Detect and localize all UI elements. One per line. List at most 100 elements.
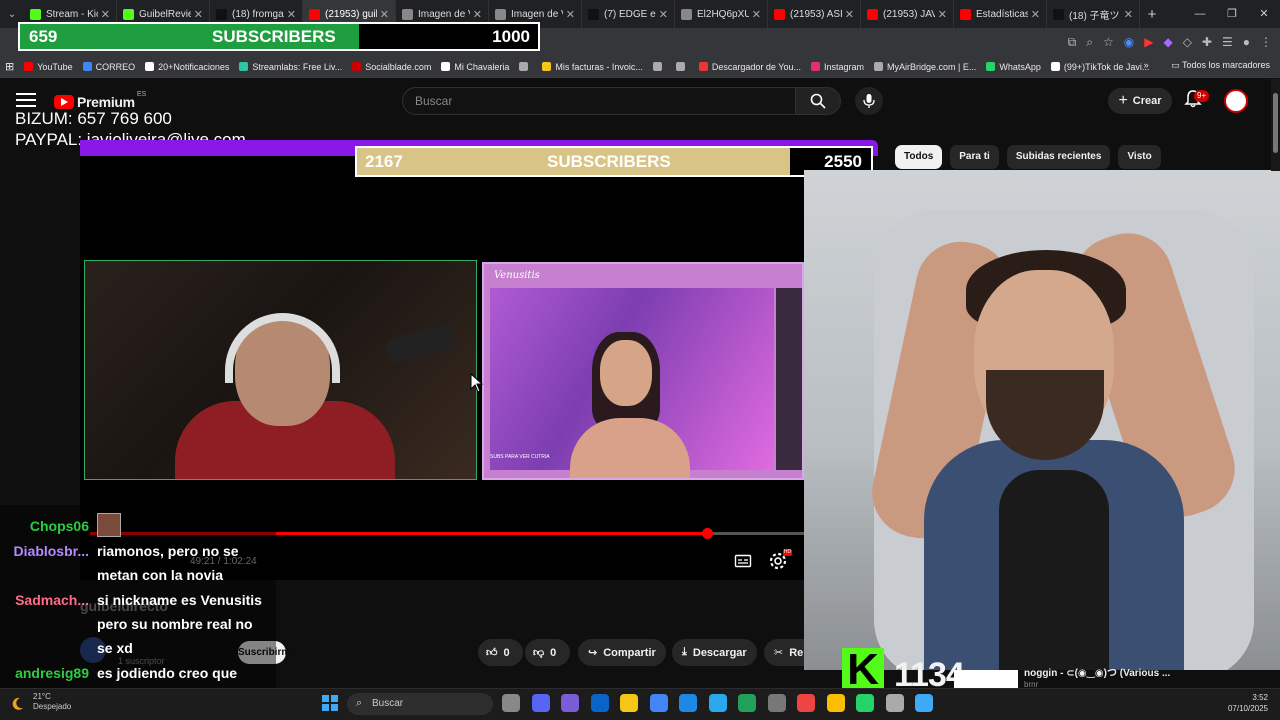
- zoom-icon[interactable]: ⌕: [1086, 35, 1093, 50]
- chat-username: Sadmach...: [15, 592, 89, 608]
- close-tab-icon[interactable]: ✕: [287, 8, 296, 21]
- close-tab-icon[interactable]: ✕: [752, 8, 761, 21]
- app-icon[interactable]: [885, 694, 904, 712]
- bookmark-item[interactable]: [675, 62, 689, 71]
- edge-icon[interactable]: [679, 694, 697, 712]
- browser-tab[interactable]: Estadísticas ✕: [954, 0, 1047, 28]
- share-arrow-icon: ↪: [588, 647, 598, 659]
- app-icon[interactable]: [797, 694, 815, 712]
- settings-icon[interactable]: [767, 694, 786, 712]
- taskbar-search[interactable]: Buscar: [347, 693, 493, 715]
- bookmark-favicon-icon: [874, 62, 883, 71]
- close-tab-icon[interactable]: ✕: [1031, 8, 1040, 21]
- browser-tab[interactable]: (7) EDGE en ✕: [582, 0, 675, 28]
- bookmark-star-icon[interactable]: ☆: [1103, 35, 1114, 49]
- search-button[interactable]: [795, 87, 841, 115]
- goal-label: SUBSCRIBERS: [547, 152, 671, 171]
- profile-avatar-icon[interactable]: ●: [1243, 35, 1250, 49]
- cast-icon[interactable]: ⧉: [1068, 35, 1077, 50]
- whatsapp-icon[interactable]: [856, 694, 874, 712]
- chevron-more-icon[interactable]: »: [1144, 60, 1149, 70]
- tab-favicon-icon: [960, 8, 971, 20]
- subtitles-button[interactable]: [734, 552, 752, 570]
- bookmark-item[interactable]: 20+Notificaciones: [145, 62, 229, 72]
- file-explorer-icon[interactable]: [620, 694, 638, 712]
- voice-search-button[interactable]: [855, 87, 883, 115]
- close-tab-icon[interactable]: ✕: [566, 8, 575, 21]
- dislike-button[interactable]: 👎︎ 0: [525, 639, 570, 666]
- filter-chip[interactable]: Todos: [895, 145, 943, 169]
- telegram-icon[interactable]: [708, 694, 727, 712]
- app-icon[interactable]: [915, 694, 933, 712]
- bookmark-item[interactable]: Instagram: [810, 62, 864, 72]
- close-tab-icon[interactable]: ✕: [101, 8, 110, 21]
- extension-icon[interactable]: ◆: [1163, 35, 1172, 49]
- browser-tab[interactable]: (18) 子竜ツ Fr✕: [1047, 0, 1140, 28]
- bookmark-item[interactable]: MyAirBridge.com | E...: [874, 62, 976, 72]
- search-input[interactable]: Buscar: [402, 87, 796, 115]
- weather-widget[interactable]: 21°C Despejado: [33, 692, 71, 712]
- menu-kebab-icon[interactable]: ⋮: [1260, 35, 1272, 49]
- inner-chat-column: [776, 288, 802, 470]
- close-tab-icon[interactable]: ✕: [1124, 8, 1133, 21]
- new-tab-button[interactable]: +: [1140, 6, 1164, 23]
- weather-icon[interactable]: [8, 695, 28, 713]
- browser-tab[interactable]: El2HQ6pXU ✕: [675, 0, 768, 28]
- close-tab-icon[interactable]: ✕: [845, 8, 854, 21]
- bookmark-item[interactable]: Streamlabs: Free Liv...: [239, 62, 342, 72]
- close-tab-icon[interactable]: ✕: [659, 8, 668, 21]
- filter-chip[interactable]: Subidas recientes: [1006, 145, 1111, 169]
- browser-tab[interactable]: (21953) ASÍ ✕: [768, 0, 861, 28]
- bookmark-item[interactable]: Descargador de You...: [698, 62, 801, 72]
- app-icon[interactable]: [826, 694, 845, 712]
- discord-icon[interactable]: [531, 694, 550, 712]
- guest-stream-right: Venusitis SUBS PARA VER CUTRIA: [482, 262, 804, 480]
- bookmark-item[interactable]: Mis facturas - Invoic...: [542, 62, 643, 72]
- chrome-icon[interactable]: [649, 694, 668, 712]
- close-tab-icon[interactable]: ✕: [380, 8, 389, 21]
- close-tab-icon[interactable]: ✕: [938, 8, 947, 21]
- bookmark-item[interactable]: Mi Chavaleria: [441, 62, 509, 72]
- weather-temp: 21°C: [33, 692, 51, 701]
- browser-tab[interactable]: (21953) JAVI✕: [861, 0, 954, 28]
- bookmark-item[interactable]: Socialblade.com: [352, 62, 431, 72]
- chat-message: riamonos, pero no se metan con la novia: [97, 543, 239, 583]
- system-clock[interactable]: 3:52 07/10/2025: [1228, 692, 1268, 714]
- create-button[interactable]: + Crear: [1108, 88, 1172, 114]
- page-scrollbar[interactable]: [1271, 79, 1280, 171]
- all-bookmarks-folder[interactable]: » ▭ Todos los marcadores: [1144, 60, 1270, 71]
- maximize-button[interactable]: ❐: [1216, 0, 1248, 28]
- share-button[interactable]: ↪ Compartir: [578, 639, 666, 666]
- bookmark-item[interactable]: WhatsApp: [986, 62, 1041, 72]
- close-window-button[interactable]: ✕: [1248, 0, 1280, 28]
- menu-hamburger-icon[interactable]: [16, 93, 36, 109]
- tab-favicon-icon: [588, 8, 599, 20]
- task-view-icon[interactable]: [502, 694, 520, 712]
- extensions-puzzle-icon[interactable]: ✚: [1202, 35, 1212, 49]
- filter-chip[interactable]: Para ti: [950, 145, 999, 169]
- outlook-icon[interactable]: [590, 694, 609, 712]
- close-tab-icon[interactable]: ✕: [473, 8, 482, 21]
- extension-icon[interactable]: ◇: [1183, 35, 1192, 49]
- bookmark-item[interactable]: CORREO: [82, 62, 135, 72]
- bookmark-item[interactable]: [519, 62, 532, 71]
- bookmark-item[interactable]: YouTube: [24, 62, 73, 72]
- minimize-button[interactable]: —: [1184, 0, 1216, 28]
- progress-scrubber[interactable]: [702, 528, 713, 539]
- close-tab-icon[interactable]: ✕: [194, 8, 203, 21]
- apps-grid-icon[interactable]: ⊞: [5, 60, 14, 73]
- filter-chip[interactable]: Visto: [1118, 145, 1161, 169]
- clip-button[interactable]: ✂ Re: [764, 639, 804, 666]
- account-avatar[interactable]: [1224, 89, 1248, 113]
- extension-youtube-icon[interactable]: ▶: [1144, 35, 1153, 49]
- tab-title: Imagen de V: [511, 8, 563, 20]
- bookmark-item[interactable]: (99+)TikTok de Javi...: [1050, 62, 1149, 72]
- bookmark-item[interactable]: [652, 62, 666, 71]
- reading-list-icon[interactable]: ☰: [1222, 35, 1233, 49]
- like-button[interactable]: 👍︎ 0: [478, 639, 523, 666]
- extension-icon[interactable]: ◉: [1124, 35, 1134, 49]
- download-button[interactable]: ⤓ Descargar: [672, 639, 757, 666]
- windows-start-icon[interactable]: [322, 695, 338, 711]
- teams-icon[interactable]: [561, 694, 579, 712]
- excel-icon[interactable]: [738, 694, 756, 712]
